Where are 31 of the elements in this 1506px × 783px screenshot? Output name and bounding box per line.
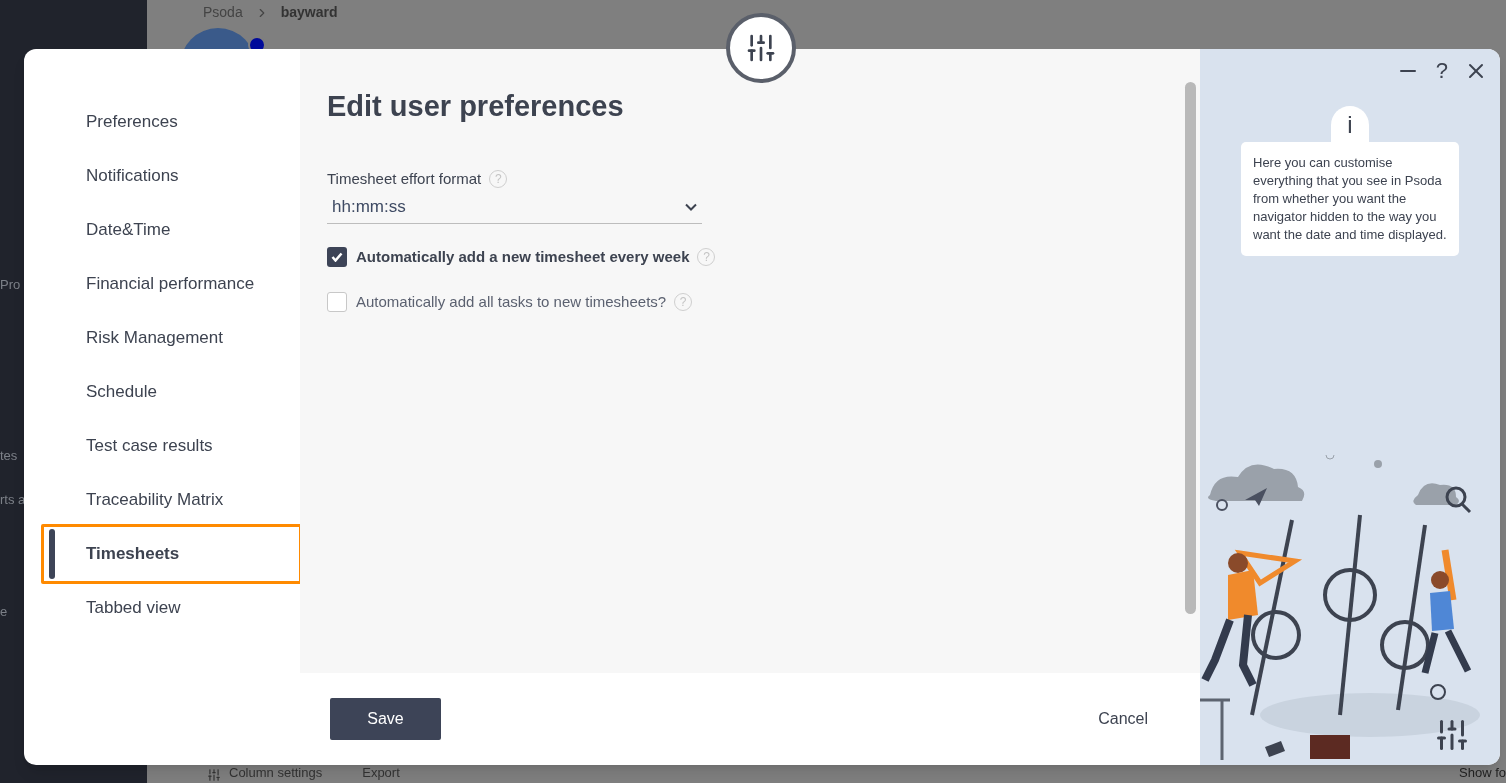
- scrollbar[interactable]: [1185, 82, 1196, 614]
- checkbox-label: Automatically add all tasks to new timesheets?: [356, 291, 667, 312]
- sidebar-item[interactable]: Pro: [0, 277, 21, 293]
- nav-item[interactable]: Tabbed view: [41, 591, 300, 625]
- chevron-down-icon: [685, 202, 697, 211]
- nav-item[interactable]: Timesheets: [41, 524, 302, 584]
- format-select[interactable]: hh:mm:ss: [327, 190, 702, 224]
- nav-item[interactable]: Date&Time: [41, 213, 300, 247]
- checkbox-label: Automatically add a new timesheet every week: [356, 247, 690, 267]
- info-text: Here you can customise everything that you see in Psoda from whether you want the navigator hidden to the way you want the date and time displayed.: [1241, 142, 1459, 256]
- cancel-button[interactable]: Cancel: [1098, 707, 1148, 731]
- checkmark-icon: [331, 252, 343, 263]
- checkbox[interactable]: [327, 247, 347, 268]
- sidebar-item[interactable]: e: [0, 604, 8, 620]
- nav-item[interactable]: Schedule: [41, 375, 300, 409]
- dialog-title: Edit user preferences: [327, 89, 624, 124]
- nav-item[interactable]: Risk Management: [41, 321, 300, 355]
- help-button[interactable]: ?: [1435, 54, 1448, 87]
- sliders-icon: [745, 32, 777, 64]
- nav-item[interactable]: Traceability Matrix: [41, 483, 300, 517]
- save-button[interactable]: Save: [330, 698, 441, 740]
- sliders-icon: [1434, 717, 1470, 753]
- sliders-icon: [207, 768, 221, 782]
- checkbox[interactable]: [327, 291, 347, 312]
- toolbar-button[interactable]: Show fo: [1459, 762, 1506, 782]
- nav-item[interactable]: Test case results: [41, 429, 300, 463]
- nav-item[interactable]: Financial performance: [41, 267, 300, 301]
- nav-item[interactable]: Preferences: [41, 105, 300, 139]
- nav-item[interactable]: Notifications: [41, 159, 300, 193]
- sidebar-item[interactable]: tes: [0, 448, 18, 464]
- field-label: Timesheet effort format: [327, 168, 482, 189]
